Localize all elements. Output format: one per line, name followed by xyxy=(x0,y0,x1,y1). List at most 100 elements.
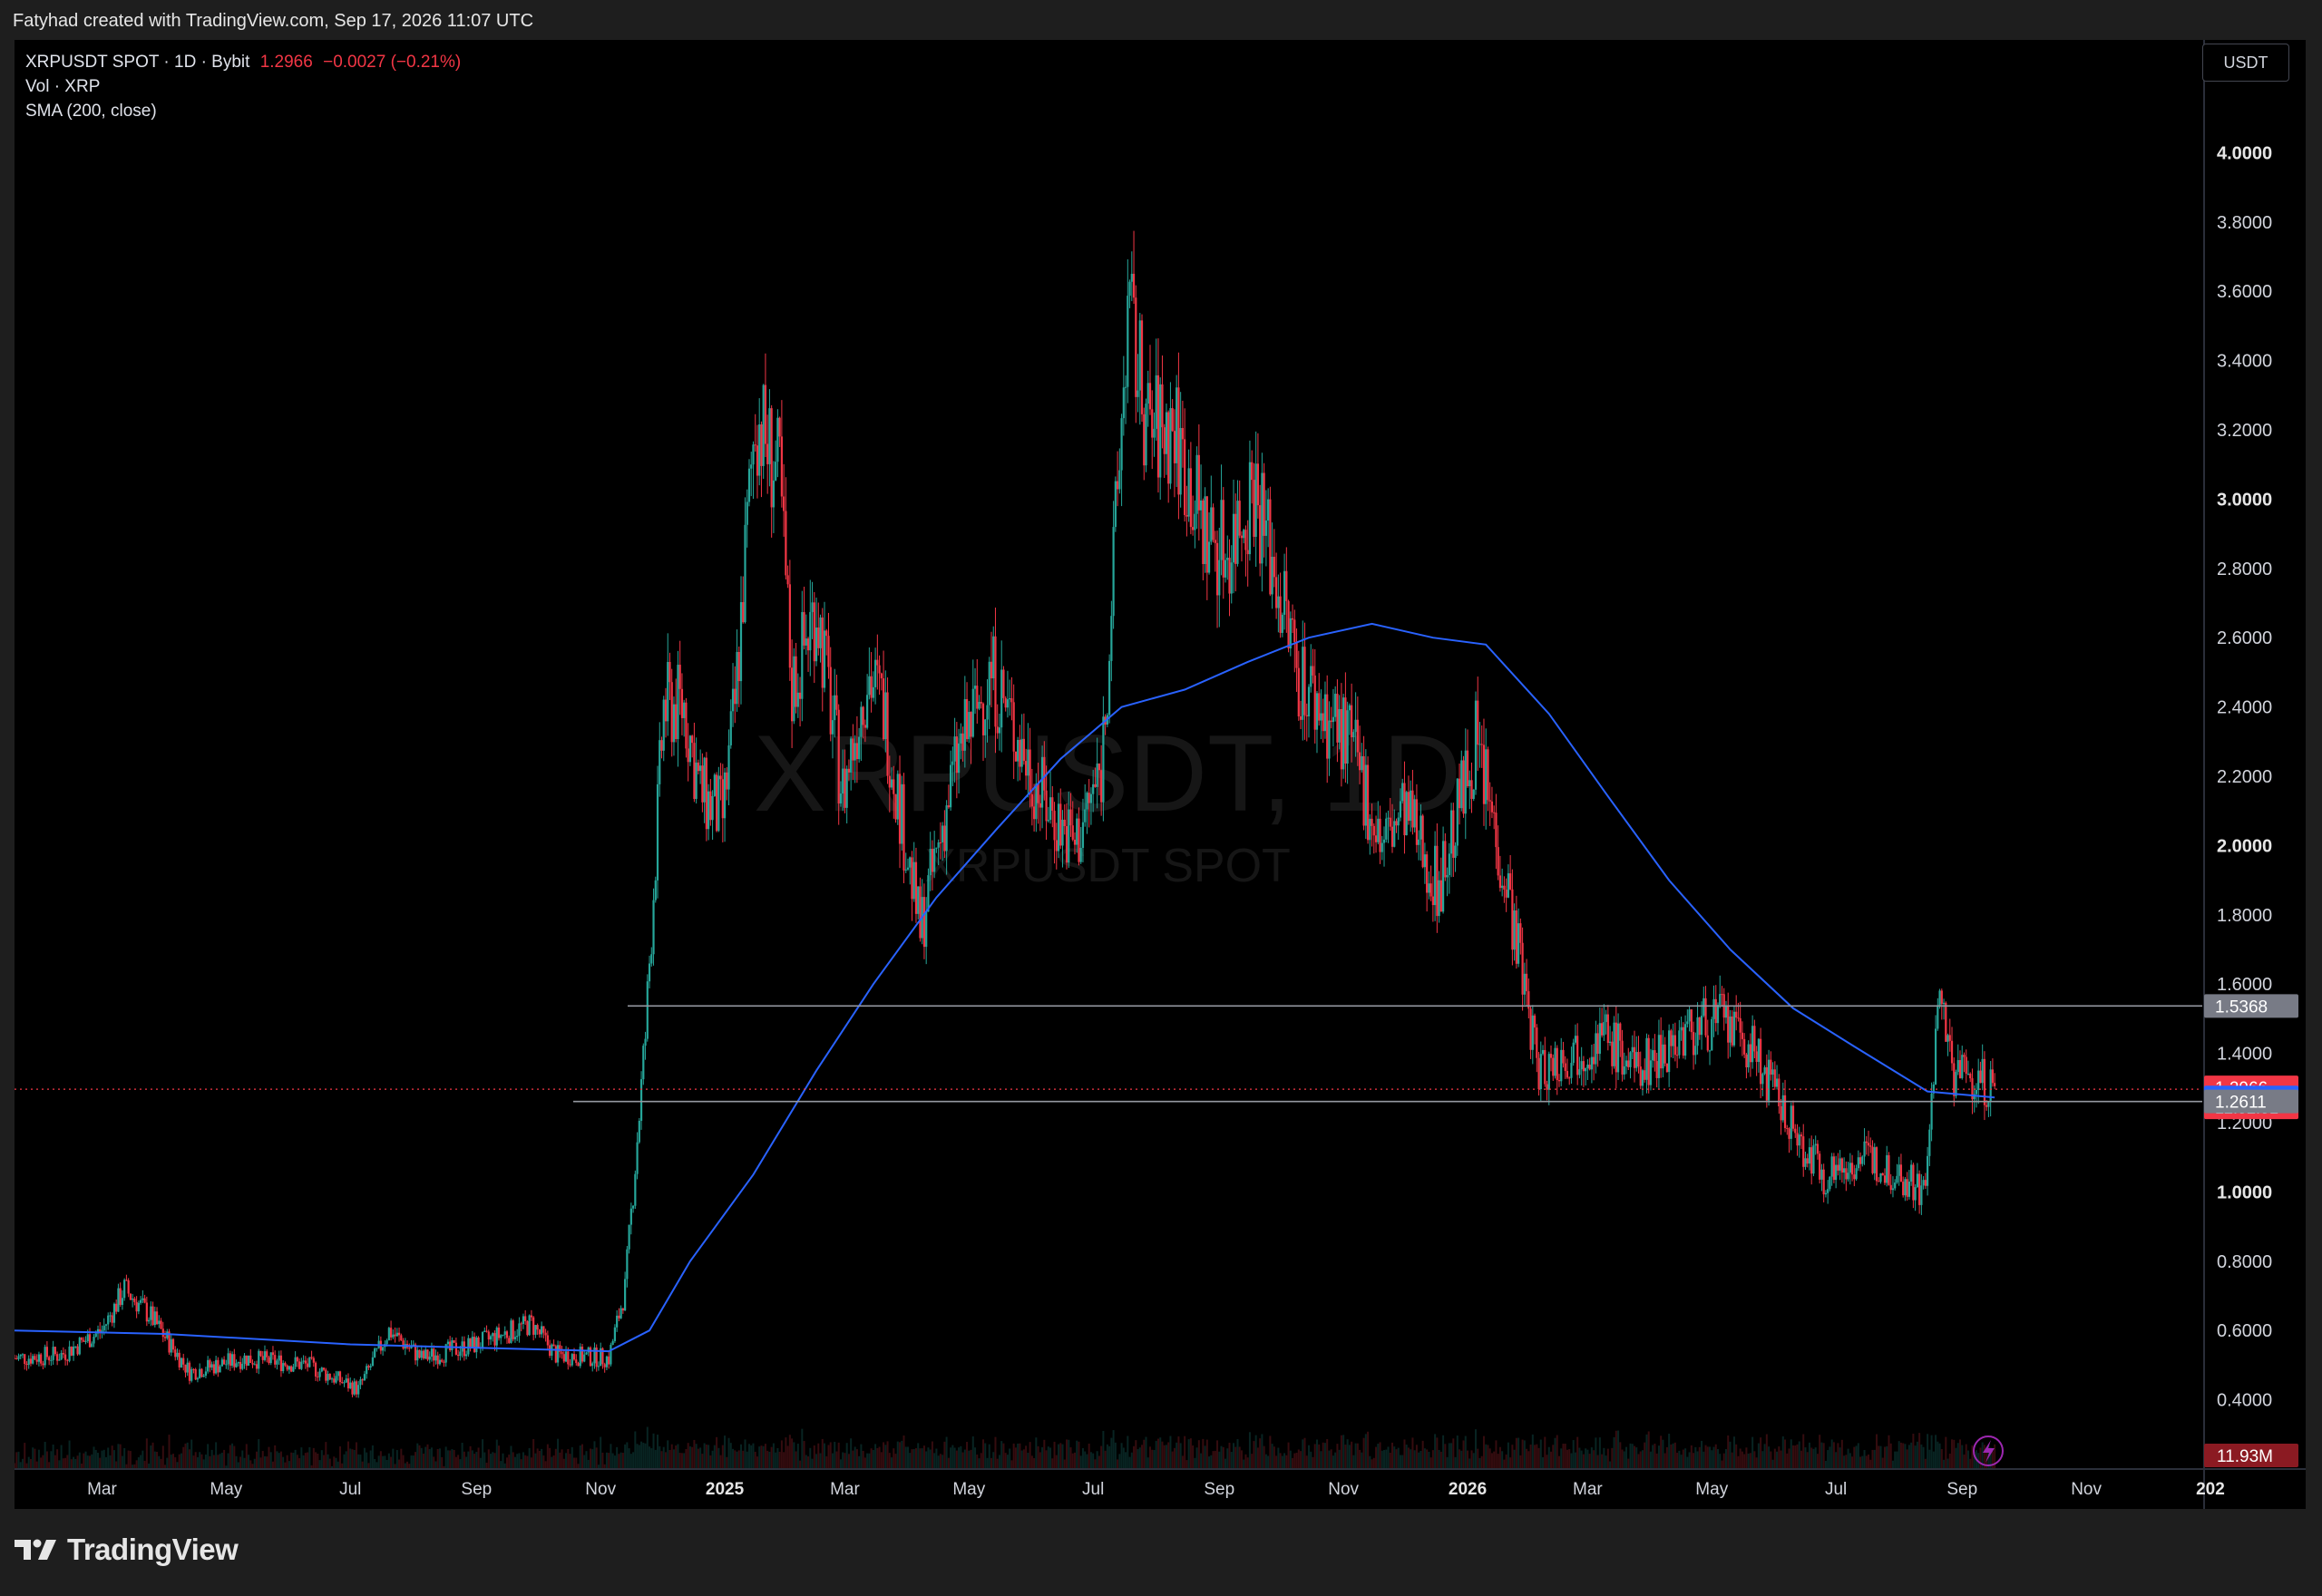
chart-frame[interactable]: XRPUSDT, 1D XRPUSDT SPOT 0.4000 0.6000 0.80… xyxy=(15,40,2306,1509)
volume-bar xyxy=(538,1450,541,1469)
volume-bar xyxy=(1585,1448,1587,1469)
candle-body xyxy=(1328,720,1331,759)
volume-bar xyxy=(1197,1440,1200,1469)
volume-bar xyxy=(573,1457,576,1469)
volume-bar xyxy=(62,1458,64,1469)
candle-body xyxy=(715,774,718,832)
candle-body xyxy=(1474,700,1478,790)
candle-body xyxy=(1364,764,1367,826)
volume-bar xyxy=(919,1448,922,1469)
volume-bar xyxy=(886,1441,889,1469)
volume-bar xyxy=(1837,1443,1839,1469)
volume-bar xyxy=(422,1453,424,1469)
candle-body xyxy=(1305,715,1308,716)
volume-bar xyxy=(1061,1444,1064,1469)
volume-bar xyxy=(1342,1435,1345,1469)
volume-bar xyxy=(158,1455,161,1469)
volume-bar xyxy=(1256,1447,1259,1469)
candle-body xyxy=(63,1354,67,1360)
volume-bar xyxy=(963,1449,966,1469)
candle-body xyxy=(1564,1063,1566,1072)
volume-bar xyxy=(276,1451,278,1469)
volume-bar xyxy=(505,1457,508,1469)
candle-body xyxy=(912,861,915,900)
candle-body xyxy=(402,1340,405,1349)
candle-body xyxy=(1631,1046,1634,1053)
volume-bar xyxy=(1940,1449,1943,1469)
volume-bar xyxy=(1724,1449,1727,1469)
candle-body xyxy=(492,1333,494,1337)
volume-bar xyxy=(121,1455,123,1469)
candle-body xyxy=(392,1334,395,1338)
volume-bar xyxy=(931,1441,933,1469)
candle-body xyxy=(811,602,814,612)
volume-bar xyxy=(968,1450,971,1469)
candle-body xyxy=(786,575,789,585)
candle-body xyxy=(207,1359,210,1372)
candle-body xyxy=(896,774,899,820)
candle-body xyxy=(263,1351,267,1360)
candle-body xyxy=(1578,1069,1581,1075)
price-chart[interactable]: XRPUSDT, 1DXRPUSDT SPOT 0.40000.60000.80… xyxy=(15,40,2306,1509)
candle-body xyxy=(1621,1040,1624,1075)
symbol-legend[interactable]: XRPUSDT SPOT · 1D · Bybit 1.2966 −0.0027… xyxy=(25,53,461,73)
x-tick-label: Sep xyxy=(461,1480,492,1499)
candle-body xyxy=(976,686,979,709)
volume-bar xyxy=(475,1452,478,1469)
candle-body xyxy=(705,757,707,830)
candle-body xyxy=(561,1351,563,1355)
volume-bar xyxy=(1407,1447,1410,1469)
volume-bar xyxy=(636,1444,639,1469)
volume-bar xyxy=(600,1436,602,1469)
volume-bar xyxy=(1804,1447,1807,1469)
candle-body xyxy=(726,772,728,790)
volume-legend[interactable]: Vol · XRP xyxy=(25,77,100,97)
volume-bar xyxy=(1601,1454,1604,1469)
volume-bar xyxy=(1293,1453,1296,1469)
volume-bar xyxy=(528,1447,531,1469)
volume-bar xyxy=(746,1451,748,1469)
volume-bar xyxy=(546,1444,549,1469)
volume-bar xyxy=(629,1454,632,1469)
candle-body xyxy=(1228,558,1231,594)
candle-body xyxy=(886,692,889,776)
x-tick-label: Nov xyxy=(585,1480,616,1499)
volume-bar xyxy=(601,1452,604,1469)
candle-body xyxy=(1163,427,1166,454)
volume-bar xyxy=(1822,1443,1825,1469)
candle-body xyxy=(1403,783,1406,836)
candle-body xyxy=(1894,1182,1897,1189)
volume-bar xyxy=(323,1455,326,1469)
volume-bar xyxy=(589,1448,591,1469)
candle-body xyxy=(225,1364,228,1366)
volume-bar xyxy=(1627,1458,1630,1469)
sma-legend[interactable]: SMA (200, close) xyxy=(25,102,157,122)
candle-body xyxy=(1716,1005,1720,1024)
volume-bar xyxy=(229,1445,231,1469)
candle-body xyxy=(721,779,724,819)
candle-body xyxy=(1946,1035,1949,1042)
candle-body xyxy=(1611,1041,1614,1066)
candle-body xyxy=(1739,1017,1742,1033)
volume-bar xyxy=(613,1455,616,1469)
volume-bar xyxy=(1737,1455,1740,1469)
candle-body xyxy=(194,1368,197,1380)
candle-body xyxy=(357,1385,360,1395)
volume-bar xyxy=(1185,1460,1188,1469)
candle-body xyxy=(876,659,879,666)
candle-body xyxy=(1312,666,1314,676)
candle-body xyxy=(1930,1093,1933,1130)
candle-body xyxy=(1389,817,1391,827)
candle-body xyxy=(274,1355,277,1365)
candle-body xyxy=(1953,1063,1956,1096)
currency-button[interactable]: USDT xyxy=(2202,44,2289,82)
volume-bar xyxy=(922,1445,925,1469)
candle-body xyxy=(544,1332,547,1336)
candle-body xyxy=(1084,809,1087,822)
candle-body xyxy=(111,1315,113,1323)
volume-bar xyxy=(855,1449,858,1469)
tradingview-brand[interactable]: TradingView xyxy=(15,1533,239,1567)
volume-bar xyxy=(1267,1455,1270,1469)
volume-bar xyxy=(1899,1442,1902,1469)
candle-body xyxy=(990,661,993,679)
